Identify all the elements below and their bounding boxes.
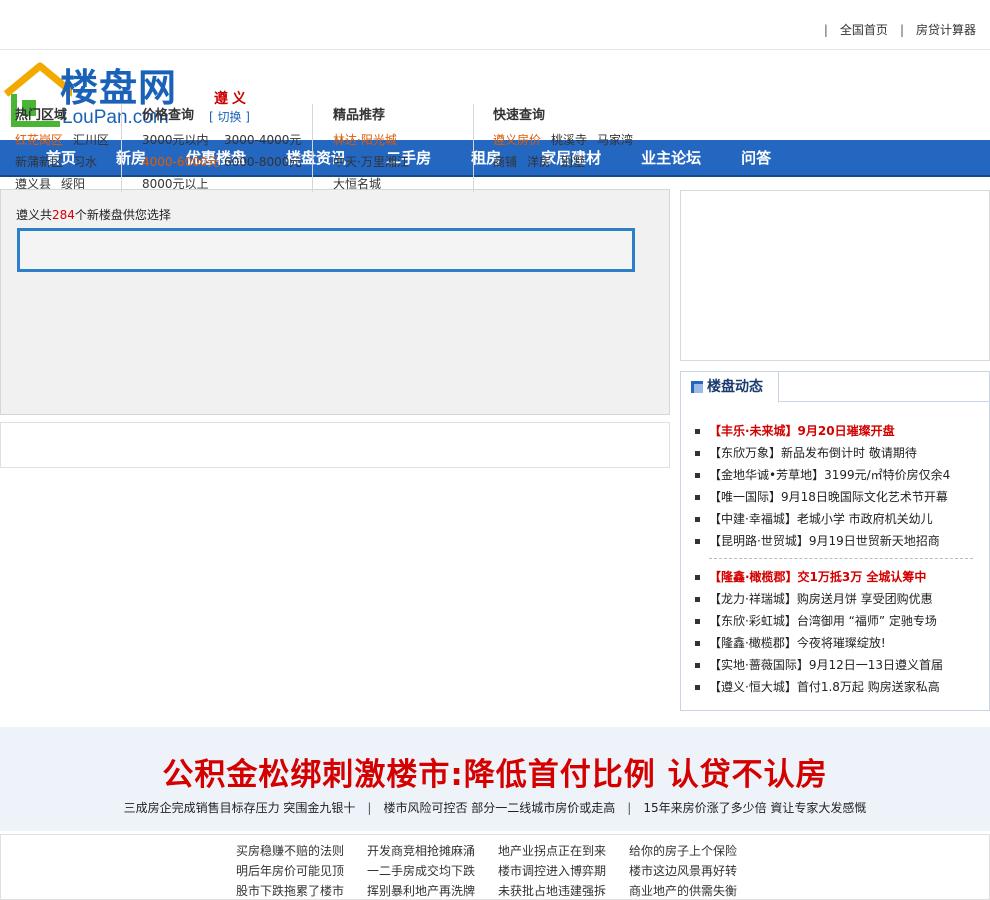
count-number: 284	[52, 208, 75, 222]
price-title: 价格查询	[142, 108, 195, 123]
news-item[interactable]: 【金地华诚•芳草地】3199元/㎡特价房仅余4	[695, 464, 985, 486]
price-link[interactable]: 8000元以上	[142, 177, 209, 191]
bottom-link[interactable]: 一二手房成交均下跌	[367, 862, 498, 880]
news-divider	[709, 558, 973, 559]
news-item[interactable]: 【实地·蔷薇国际】9月12日一13日遵义首届	[695, 654, 985, 676]
bottom-link[interactable]: 开发商竞相抢摊麻涌	[367, 842, 498, 860]
news-tab-icon	[691, 381, 703, 393]
nav-qa[interactable]: 问答	[741, 147, 771, 168]
area-link[interactable]: 汇川区	[73, 133, 109, 147]
featured-link[interactable]: 林达·阳光城	[333, 133, 397, 147]
news-item[interactable]: 【遵义·恒大城】首付1.8万起 购房送家私高	[695, 676, 985, 698]
quick-search-column: 快速查询 遵义房价 桃溪寺 马家湾 商铺 洋房 别墅	[493, 104, 643, 173]
featured-column: 精品推荐 林达·阳光城 中天·万里湘江 大恒名城	[333, 104, 419, 195]
news-item[interactable]: 【隆鑫·橄榄郡】今夜将璀璨绽放!	[695, 632, 985, 654]
tab-label: 楼盘动态	[707, 379, 763, 395]
nationwide-home-link[interactable]: 全国首页	[840, 21, 888, 38]
news-item[interactable]: 【东欣·彩虹城】台湾御用 “福师” 定驰专场	[695, 610, 985, 632]
bottom-link[interactable]: 楼市调控进入博弈期	[498, 862, 629, 880]
top-bar: | 全国首页 | 房贷计算器	[0, 0, 990, 50]
sub-headline-link[interactable]: 15年来房价涨了多少倍 資让专家大发感慨	[643, 801, 866, 815]
price-link[interactable]: 3000-4000元	[224, 133, 301, 147]
sub-headline-link[interactable]: 三成房企完成销售目标存压力 突围金九银十	[124, 801, 356, 815]
bottom-link[interactable]: 明后年房价可能见顶	[236, 862, 367, 880]
featured-link[interactable]: 中天·万里湘江	[333, 155, 409, 169]
column-divider	[312, 104, 313, 192]
mortgage-calculator-link[interactable]: 房贷计算器	[916, 21, 976, 38]
sub-sep: |	[367, 801, 372, 815]
bottom-link[interactable]: 买房稳赚不赔的法则	[236, 842, 367, 860]
quick-link[interactable]: 洋房	[527, 155, 551, 169]
hot-areas-title: 热门区域	[15, 108, 68, 123]
bottom-link[interactable]: 地产业拐点正在到来	[498, 842, 629, 860]
top-links: | 全国首页 | 房贷计算器	[812, 21, 976, 38]
tab-project-news[interactable]: 楼盘动态	[681, 372, 779, 403]
empty-content-box	[0, 422, 670, 468]
quick-filter-columns: 热门区域 红花岗区 汇川区 新蒲新区 习水 遵义县 绥阳 价格查询 3000元以内 30…	[15, 104, 655, 194]
price-link[interactable]: 6000-8000元	[224, 155, 301, 169]
bottom-link[interactable]: 挥别暴利地产再洗牌	[367, 882, 498, 900]
project-news-panel: 楼盘动态 【丰乐·未来城】9月20日璀璨开盘 【东欣万象】新品发布倒计时 敬请期…	[680, 371, 990, 711]
area-link[interactable]: 新蒲新区	[15, 155, 63, 169]
column-divider	[473, 104, 474, 192]
sub-sep: |	[627, 801, 632, 815]
quick-link[interactable]: 商铺	[493, 155, 517, 169]
quick-link[interactable]: 桃溪寺	[551, 133, 587, 147]
news-item[interactable]: 【隆鑫·橄榄郡】交1万抵3万 全城认筹中	[695, 566, 985, 588]
bottom-news-links: 买房稳赚不赔的法则 开发商竞相抢摊麻涌 地产业拐点正在到来 给你的房子上个保险 …	[0, 834, 990, 900]
news-item[interactable]: 【中建·幸福城】老城小学 市政府机关幼儿	[695, 508, 985, 530]
project-count: 遵义共284个新楼盘供您选择	[16, 206, 171, 223]
bottom-link[interactable]: 商业地产的供需失衡	[629, 882, 760, 900]
area-link[interactable]: 绥阳	[61, 177, 85, 191]
news-item[interactable]: 【丰乐·未来城】9月20日璀璨开盘	[695, 420, 985, 442]
search-panel: 遵义共284个新楼盘供您选择	[0, 189, 670, 415]
bottom-link[interactable]: 股市下跌拖累了楼市	[236, 882, 367, 900]
ad-slot	[680, 190, 990, 361]
price-column: 价格查询 3000元以内 3000-4000元 4000-6000元 6000-80…	[142, 104, 311, 195]
featured-title: 精品推荐	[333, 108, 386, 123]
price-link[interactable]: 4000-6000元	[142, 151, 219, 173]
top-sep: |	[823, 22, 828, 37]
search-input[interactable]	[17, 228, 635, 272]
bottom-link[interactable]: 楼市这边风景再好转	[629, 862, 760, 880]
area-link[interactable]: 遵义县	[15, 177, 51, 191]
bottom-link[interactable]: 未获批占地违建强拆	[498, 882, 629, 900]
hot-areas-column: 热门区域 红花岗区 汇川区 新蒲新区 习水 遵义县 绥阳	[15, 104, 119, 195]
news-item[interactable]: 【唯一国际】9月18日晚国际文化艺术节开幕	[695, 486, 985, 508]
headline-link[interactable]: 公积金松绑刺激楼市:降低首付比例 认贷不认房	[0, 749, 990, 794]
news-item[interactable]: 【昆明路·世贸城】9月19日世贸新天地招商	[695, 530, 985, 552]
column-divider	[121, 104, 122, 192]
featured-link[interactable]: 大恒名城	[333, 177, 381, 191]
bottom-links-grid: 买房稳赚不赔的法则 开发商竞相抢摊麻涌 地产业拐点正在到来 给你的房子上个保险 …	[236, 842, 760, 900]
bottom-link[interactable]: 给你的房子上个保险	[629, 842, 760, 860]
quick-link[interactable]: 别墅	[561, 155, 585, 169]
headline-banner: 公积金松绑刺激楼市:降低首付比例 认贷不认房 三成房企完成销售目标存压力 突围金…	[0, 727, 990, 831]
sub-headline-link[interactable]: 楼市风险可控否 部分一二线城市房价或走高	[383, 801, 615, 815]
sub-headlines: 三成房企完成销售目标存压力 突围金九银十 | 楼市风险可控否 部分一二线城市房价或走…	[0, 799, 990, 816]
quick-search-title: 快速查询	[493, 108, 546, 123]
news-item[interactable]: 【龙力·祥瑞城】购房送月饼 享受团购优惠	[695, 588, 985, 610]
logo-chinese-text: 楼盘网	[60, 66, 178, 110]
price-link[interactable]: 3000元以内	[142, 129, 214, 151]
news-list: 【丰乐·未来城】9月20日璀璨开盘 【东欣万象】新品发布倒计时 敬请期待 【金地…	[695, 420, 985, 698]
area-link[interactable]: 习水	[73, 155, 97, 169]
quick-link[interactable]: 马家湾	[597, 133, 633, 147]
news-item[interactable]: 【东欣万象】新品发布倒计时 敬请期待	[695, 442, 985, 464]
quick-link[interactable]: 遵义房价	[493, 133, 541, 147]
area-link[interactable]: 红花岗区	[15, 133, 63, 147]
top-sep: |	[899, 22, 904, 37]
count-prefix: 遵义共	[16, 208, 53, 222]
count-suffix: 个新楼盘供您选择	[74, 208, 171, 222]
